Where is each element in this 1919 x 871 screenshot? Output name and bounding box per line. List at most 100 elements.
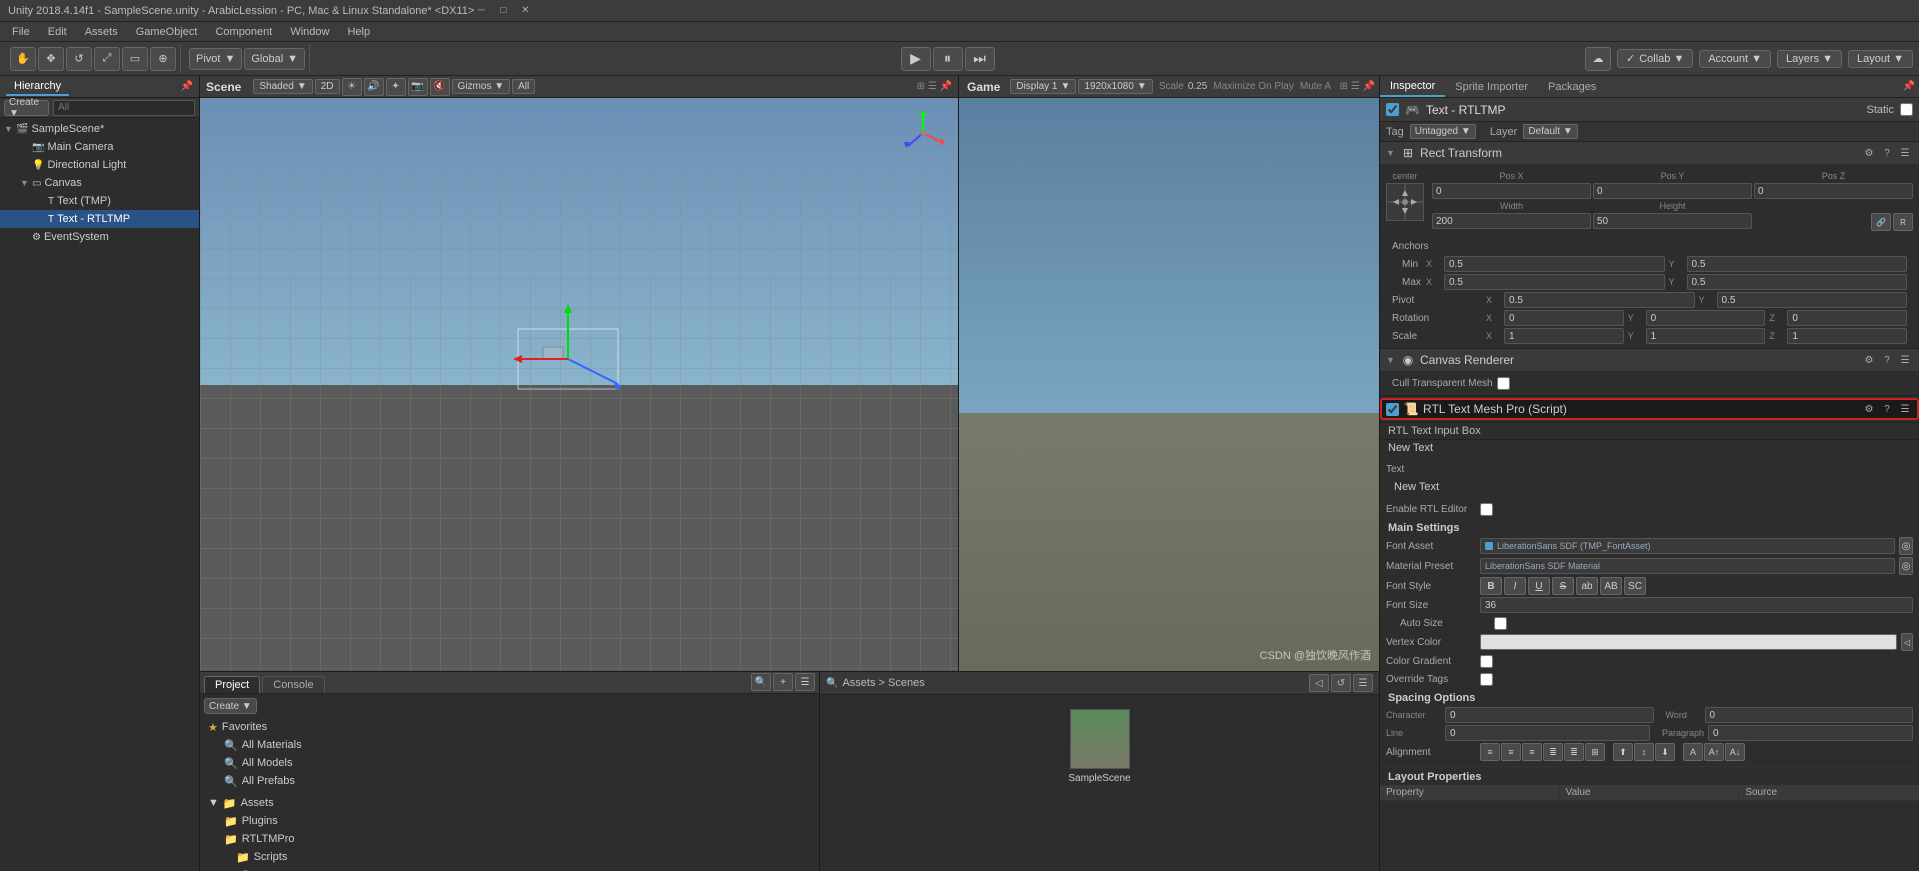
- char-spacing-input[interactable]: [1445, 707, 1654, 723]
- anchor-max-x[interactable]: [1444, 274, 1665, 290]
- bold-button[interactable]: B: [1480, 577, 1502, 595]
- tree-item-directionallight[interactable]: 💡 Directional Light: [0, 156, 199, 174]
- scene-viewport[interactable]: [200, 98, 958, 671]
- display-dropdown[interactable]: Display 1 ▼: [1010, 79, 1076, 94]
- pivot-dropdown[interactable]: Pivot ▼: [189, 48, 242, 70]
- resolution-dropdown[interactable]: 1920x1080 ▼: [1078, 79, 1152, 94]
- align-mid[interactable]: ↕: [1634, 743, 1654, 761]
- tree-item-textrtltmp[interactable]: T Text - RTLTMP: [0, 210, 199, 228]
- align-center[interactable]: ≡: [1501, 743, 1521, 761]
- scripts-folder[interactable]: 📁 Scripts: [204, 848, 815, 866]
- tree-item-texttmp[interactable]: T Text (TMP): [0, 192, 199, 210]
- menu-help[interactable]: Help: [339, 25, 378, 39]
- sample-scene-thumbnail[interactable]: [1070, 709, 1130, 769]
- rect-settings-icon[interactable]: ⚙: [1861, 145, 1877, 161]
- anchor-min-y[interactable]: [1687, 256, 1908, 272]
- scene-fx-icon[interactable]: ✦: [386, 78, 406, 96]
- override-tags-checkbox[interactable]: [1480, 673, 1493, 686]
- project-search-icon[interactable]: 🔍: [751, 673, 771, 691]
- hierarchy-tab[interactable]: Hierarchy: [6, 78, 69, 96]
- collab-button[interactable]: ✓ Collab ▼: [1617, 49, 1693, 68]
- cloud-button[interactable]: ☁: [1585, 47, 1611, 71]
- gizmos-dropdown[interactable]: Gizmos ▼: [452, 79, 511, 94]
- rotate-tool-button[interactable]: ↺: [66, 47, 92, 71]
- menu-window[interactable]: Window: [282, 25, 337, 39]
- step-button[interactable]: ⏭: [965, 47, 995, 71]
- font-asset-field[interactable]: LiberationSans SDF (TMP_FontAsset): [1480, 538, 1895, 554]
- rect-help-icon[interactable]: ?: [1879, 145, 1895, 161]
- transform-tool-button[interactable]: ⊕: [150, 47, 176, 71]
- align-bottom[interactable]: ⬇: [1655, 743, 1675, 761]
- uppercase-button[interactable]: AB: [1600, 577, 1622, 595]
- menu-assets[interactable]: Assets: [77, 25, 126, 39]
- packages-tab[interactable]: Packages: [1538, 76, 1606, 97]
- all-prefabs-item[interactable]: 🔍 All Prefabs: [204, 772, 815, 790]
- tree-item-maincamera[interactable]: 📷 Main Camera: [0, 138, 199, 156]
- material-picker[interactable]: ◎: [1899, 557, 1913, 575]
- align-extra2[interactable]: A↑: [1704, 743, 1724, 761]
- menu-component[interactable]: Component: [207, 25, 280, 39]
- scale-tool-button[interactable]: ⤢: [94, 47, 120, 71]
- align-extra3[interactable]: A↓: [1725, 743, 1745, 761]
- plugins-folder[interactable]: 📁 Plugins: [204, 812, 815, 830]
- all-gizmos[interactable]: All: [512, 79, 535, 94]
- canvas-renderer-header[interactable]: ▼ ◉ Canvas Renderer ⚙ ? ☰: [1380, 349, 1919, 371]
- play-button[interactable]: ▶: [901, 47, 931, 71]
- posx-input[interactable]: [1432, 183, 1591, 199]
- underline-button[interactable]: U: [1528, 577, 1550, 595]
- project-tab[interactable]: Project: [204, 676, 260, 693]
- maximize-on-play[interactable]: Maximize On Play: [1213, 81, 1294, 92]
- font-asset-picker[interactable]: ◎: [1899, 537, 1913, 555]
- 2d-toggle[interactable]: 2D: [315, 79, 340, 94]
- paragraph-spacing-input[interactable]: [1708, 725, 1913, 741]
- scene-mute-icon[interactable]: 🔇: [430, 78, 450, 96]
- scene-audio-icon[interactable]: 🔊: [364, 78, 384, 96]
- smallcaps-button[interactable]: SC: [1624, 577, 1646, 595]
- color-gradient-checkbox[interactable]: [1480, 655, 1493, 668]
- canvas-help-icon[interactable]: ?: [1879, 352, 1895, 368]
- rect-tool-button[interactable]: ▭: [122, 47, 148, 71]
- anchor-max-y[interactable]: [1687, 274, 1908, 290]
- strikethrough-button[interactable]: S: [1552, 577, 1574, 595]
- cull-checkbox[interactable]: [1497, 377, 1510, 390]
- lowercase-button[interactable]: ab: [1576, 577, 1598, 595]
- line-spacing-input[interactable]: [1445, 725, 1650, 741]
- pause-button[interactable]: ⏸: [933, 47, 963, 71]
- rect-menu-icon[interactable]: ☰: [1897, 145, 1913, 161]
- rot-x[interactable]: [1504, 310, 1624, 326]
- rect-transform-header[interactable]: ▼ ⊞ Rect Transform ⚙ ? ☰: [1380, 142, 1919, 164]
- assets-folder[interactable]: ▼ 📁 Assets: [204, 794, 815, 812]
- asset-refresh-icon[interactable]: ↺: [1331, 674, 1351, 692]
- layers-button[interactable]: Layers ▼: [1777, 50, 1842, 68]
- posy-input[interactable]: [1593, 183, 1752, 199]
- scale-z[interactable]: [1787, 328, 1907, 344]
- tree-item-eventsystem[interactable]: ⚙ EventSystem: [0, 228, 199, 246]
- vertex-color-field[interactable]: [1480, 634, 1897, 650]
- rtl-script-header[interactable]: 📜 RTL Text Mesh Pro (Script) ⚙ ? ☰: [1380, 398, 1919, 420]
- font-size-input[interactable]: [1480, 597, 1913, 613]
- inspector-tab[interactable]: Inspector: [1380, 76, 1445, 97]
- project-create-button[interactable]: Create ▼: [204, 698, 257, 714]
- asset-list-icon[interactable]: ☰: [1353, 674, 1373, 692]
- console-tab[interactable]: Console: [262, 676, 324, 693]
- align-right[interactable]: ≡: [1522, 743, 1542, 761]
- pivot-x[interactable]: [1504, 292, 1695, 308]
- align-flush[interactable]: ≣: [1564, 743, 1584, 761]
- account-button[interactable]: Account ▼: [1699, 50, 1771, 68]
- minimize-button[interactable]: ─: [474, 4, 488, 18]
- object-enabled-checkbox[interactable]: [1386, 103, 1399, 116]
- asset-back-icon[interactable]: ◁: [1309, 674, 1329, 692]
- scene-light-icon[interactable]: ☀: [342, 78, 362, 96]
- width-input[interactable]: [1432, 213, 1591, 229]
- color-alpha-slider[interactable]: ◁: [1901, 633, 1913, 651]
- enable-rtl-checkbox[interactable]: [1480, 503, 1493, 516]
- hand-tool-button[interactable]: ✋: [10, 47, 36, 71]
- tree-item-samplescene[interactable]: ▼ 🎬 SampleScene*: [0, 120, 199, 138]
- canvas-settings-icon[interactable]: ⚙: [1861, 352, 1877, 368]
- rot-y[interactable]: [1646, 310, 1766, 326]
- global-dropdown[interactable]: Global ▼: [244, 48, 305, 70]
- anchor-widget[interactable]: [1386, 183, 1424, 221]
- scale-x[interactable]: [1504, 328, 1624, 344]
- scene-camera-icon[interactable]: 📷: [408, 78, 428, 96]
- layout-button[interactable]: Layout ▼: [1848, 50, 1913, 68]
